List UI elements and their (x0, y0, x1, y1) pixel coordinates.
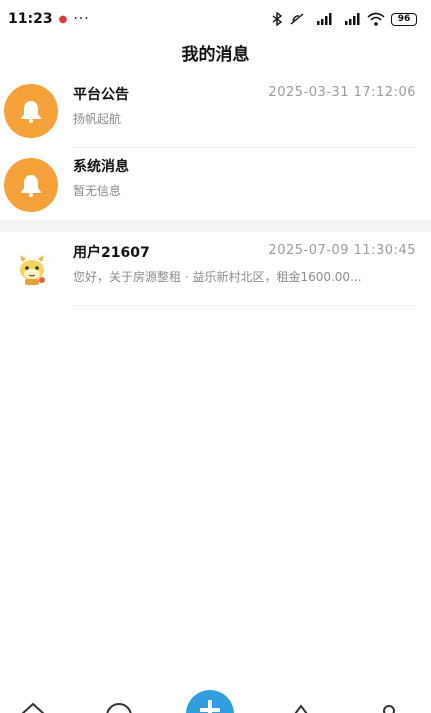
message-item-platform-notice[interactable]: 平台公告 2025-03-31 17:12:06 扬帆起航 (0, 78, 431, 148)
message-title: 系统消息 (73, 159, 129, 175)
message-time: 2025-07-09 11:30:45 (268, 243, 416, 258)
status-bar-right: 96 (271, 12, 417, 26)
bottom-tab-bar (0, 690, 431, 713)
divider (73, 305, 416, 306)
mute-icon (289, 12, 305, 26)
bell-icon (4, 84, 58, 138)
message-title: 用户21607 (73, 245, 150, 261)
section-divider (0, 220, 431, 232)
message-item-system[interactable]: 系统消息 暂无信息 (0, 150, 431, 220)
message-preview: 暂无信息 (73, 184, 122, 198)
message-content: 系统消息 暂无信息 (73, 150, 416, 220)
status-time: 11:23 (8, 11, 53, 27)
add-icon[interactable] (186, 690, 234, 713)
battery-icon: 96 (391, 12, 417, 26)
wifi-icon (367, 12, 385, 26)
message-content: 用户21607 2025-07-09 11:30:45 您好，关于房源整租 · … (73, 236, 416, 306)
status-bar: 11:23 ● ··· 96 (0, 0, 431, 38)
divider (73, 147, 416, 148)
message-title: 平台公告 (73, 87, 129, 103)
bell-icon (4, 158, 58, 212)
signal-5g-icon-2 (339, 13, 361, 25)
globe-icon[interactable] (104, 698, 134, 713)
message-time: 2025-03-31 17:12:06 (268, 85, 416, 100)
message-content: 平台公告 2025-03-31 17:12:06 扬帆起航 (73, 78, 416, 148)
star-icon[interactable] (286, 698, 316, 713)
notification-dot-icon: ● (58, 13, 68, 25)
user-avatar-icon (14, 252, 50, 288)
status-more: ··· (73, 11, 90, 27)
home-icon[interactable] (18, 698, 48, 713)
bluetooth-icon (271, 12, 283, 26)
signal-5g-icon-1 (311, 13, 333, 25)
page-title: 我的消息 (181, 45, 250, 65)
message-preview: 扬帆起航 (73, 112, 122, 126)
message-preview: 您好，关于房源整租 · 益乐新村北区，租金1600.00... (73, 270, 362, 284)
profile-icon[interactable] (374, 698, 404, 713)
message-item-user[interactable]: 用户21607 2025-07-09 11:30:45 您好，关于房源整租 · … (0, 236, 431, 306)
status-bar-left: 11:23 ● ··· (8, 11, 90, 27)
